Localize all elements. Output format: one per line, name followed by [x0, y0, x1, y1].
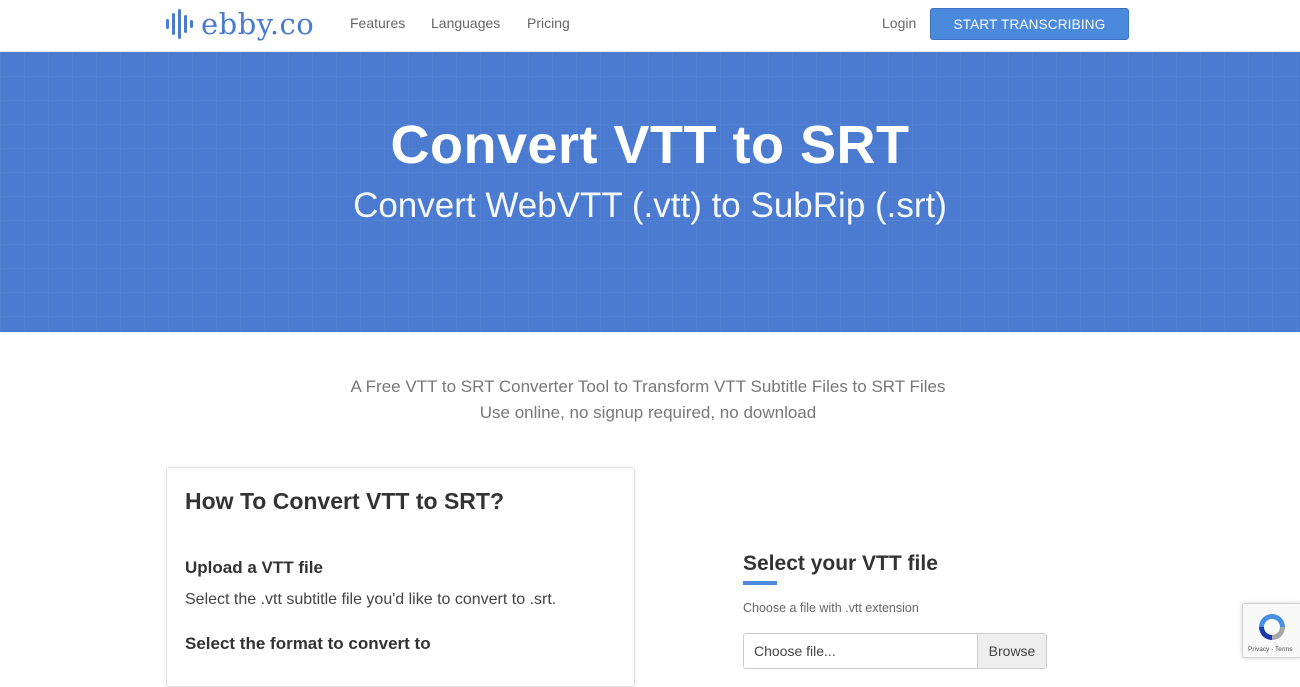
top-navbar: ebby.co Features Languages Pricing Login…: [0, 0, 1300, 52]
hero-banner: Convert VTT to SRT Convert WebVTT (.vtt)…: [0, 52, 1300, 332]
nav-link-languages[interactable]: Languages: [431, 15, 500, 31]
logo[interactable]: ebby.co: [166, 5, 314, 43]
file-input-placeholder: Choose file...: [754, 643, 836, 659]
page-title: Convert VTT to SRT: [390, 115, 910, 175]
how-to-card: How To Convert VTT to SRT? Upload a VTT …: [166, 467, 635, 687]
nav-link-pricing[interactable]: Pricing: [527, 15, 570, 31]
logo-text: ebby.co: [201, 7, 315, 41]
step-title: Select the format to convert to: [185, 634, 431, 653]
page-subtitle: Convert WebVTT (.vtt) to SubRip (.srt): [353, 186, 947, 225]
file-input[interactable]: Choose file... Browse: [743, 633, 1047, 669]
intro-line-1: A Free VTT to SRT Converter Tool to Tran…: [350, 377, 946, 396]
upload-hint: Choose a file with .vtt extension: [743, 601, 919, 615]
title-underline: [743, 581, 777, 585]
how-to-title: How To Convert VTT to SRT?: [185, 488, 504, 514]
step-description: Select the .vtt subtitle file you'd like…: [185, 591, 557, 608]
recaptcha-links[interactable]: Privacy - Terms: [1248, 646, 1293, 653]
step-title: Upload a VTT file: [185, 558, 323, 577]
browse-button[interactable]: Browse: [977, 634, 1046, 668]
login-link[interactable]: Login: [882, 15, 916, 31]
soundwave-icon: [166, 9, 193, 39]
nav-link-features[interactable]: Features: [350, 15, 405, 31]
upload-title: Select your VTT file: [743, 552, 938, 575]
recaptcha-badge[interactable]: Privacy - Terms: [1242, 603, 1300, 658]
start-transcribing-button[interactable]: START TRANSCRIBING: [930, 8, 1129, 40]
recaptcha-icon: [1259, 614, 1285, 640]
intro-line-2: Use online, no signup required, no downl…: [479, 403, 817, 422]
